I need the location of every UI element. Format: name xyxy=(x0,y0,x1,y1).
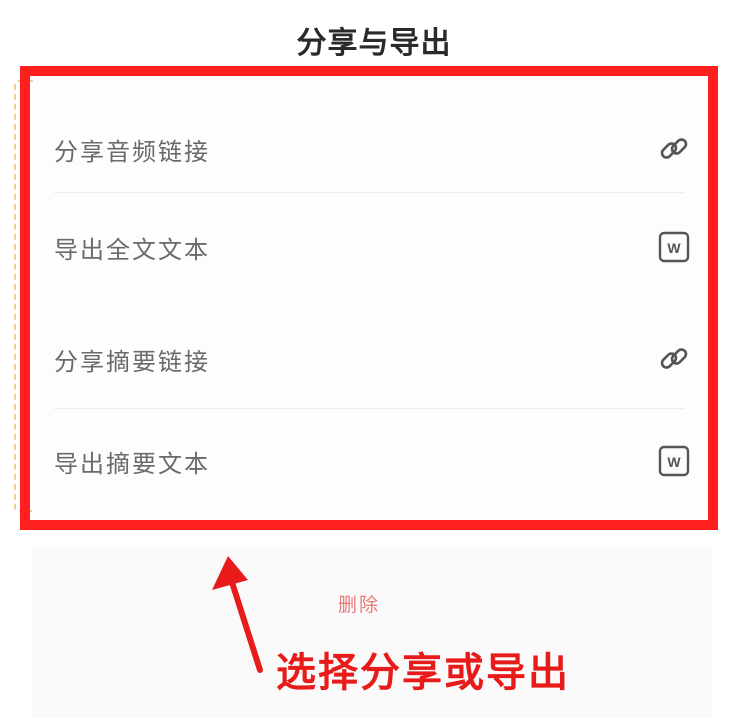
highlight-box xyxy=(20,66,718,530)
sheet-title: 分享与导出 xyxy=(296,26,452,61)
delete-button[interactable]: 删除 xyxy=(338,590,380,617)
annotation-arrow-icon xyxy=(212,556,263,673)
annotation-caption: 选择分享或导出 xyxy=(276,650,570,696)
